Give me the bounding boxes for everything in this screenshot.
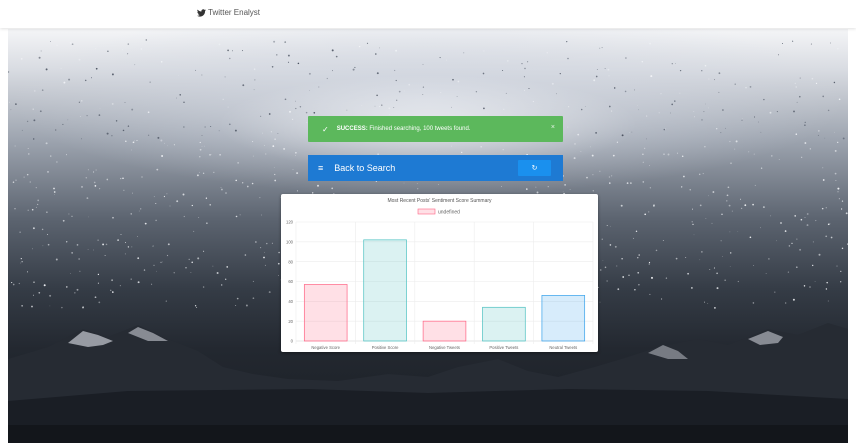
x-tick-label: Neutral Tweets (549, 345, 577, 350)
legend-label: undefined (438, 210, 460, 216)
back-to-search-bar[interactable]: ≡ Back to Search ↻ (308, 155, 563, 181)
y-tick-label: 60 (288, 279, 293, 284)
bar (303, 284, 348, 342)
back-to-search-label: Back to Search (334, 163, 396, 173)
alert-text: Finished searching, 100 tweets found. (367, 126, 471, 132)
alert-strong: SUCCESS: (336, 126, 368, 132)
bar (541, 295, 586, 342)
chart-title: Most Recent Posts' Sentiment Score Summa… (387, 198, 492, 204)
y-tick-label: 80 (288, 259, 293, 264)
checkmark-icon: ✓ (322, 124, 329, 134)
legend-swatch (417, 208, 436, 215)
brand-label: Twitter Enalyst (208, 8, 261, 17)
bar (422, 320, 467, 342)
refresh-button[interactable]: ↻ (518, 160, 551, 176)
twitter-bird-icon (197, 8, 206, 17)
y-tick-label: 100 (286, 239, 294, 244)
close-icon[interactable]: × (551, 124, 555, 131)
x-tick-label: Negative Score (311, 345, 340, 350)
y-tick-label: 120 (286, 220, 294, 225)
success-alert: ✓ SUCCESS: Finished searching, 100 tweet… (308, 116, 563, 142)
y-tick-label: 20 (288, 319, 293, 324)
refresh-icon: ↻ (531, 165, 538, 172)
y-tick-label: 0 (291, 339, 294, 344)
bar (363, 239, 407, 342)
bar-chart: Most Recent Posts' Sentiment Score Summa… (286, 198, 594, 350)
navbar: Twitter Enalyst (0, 0, 856, 28)
alert-message: SUCCESS: Finished searching, 100 tweets … (337, 126, 471, 132)
x-tick-label: Positive Tweets (489, 345, 518, 350)
menu-icon: ≡ (318, 163, 324, 173)
brand-link[interactable]: Twitter Enalyst (197, 8, 260, 17)
x-tick-label: Positive Score (372, 345, 399, 350)
y-tick-label: 40 (288, 299, 293, 304)
bar (482, 306, 526, 342)
chart-card: Most Recent Posts' Sentiment Score Summa… (281, 194, 598, 352)
x-tick-label: Negative Tweets (429, 345, 460, 350)
